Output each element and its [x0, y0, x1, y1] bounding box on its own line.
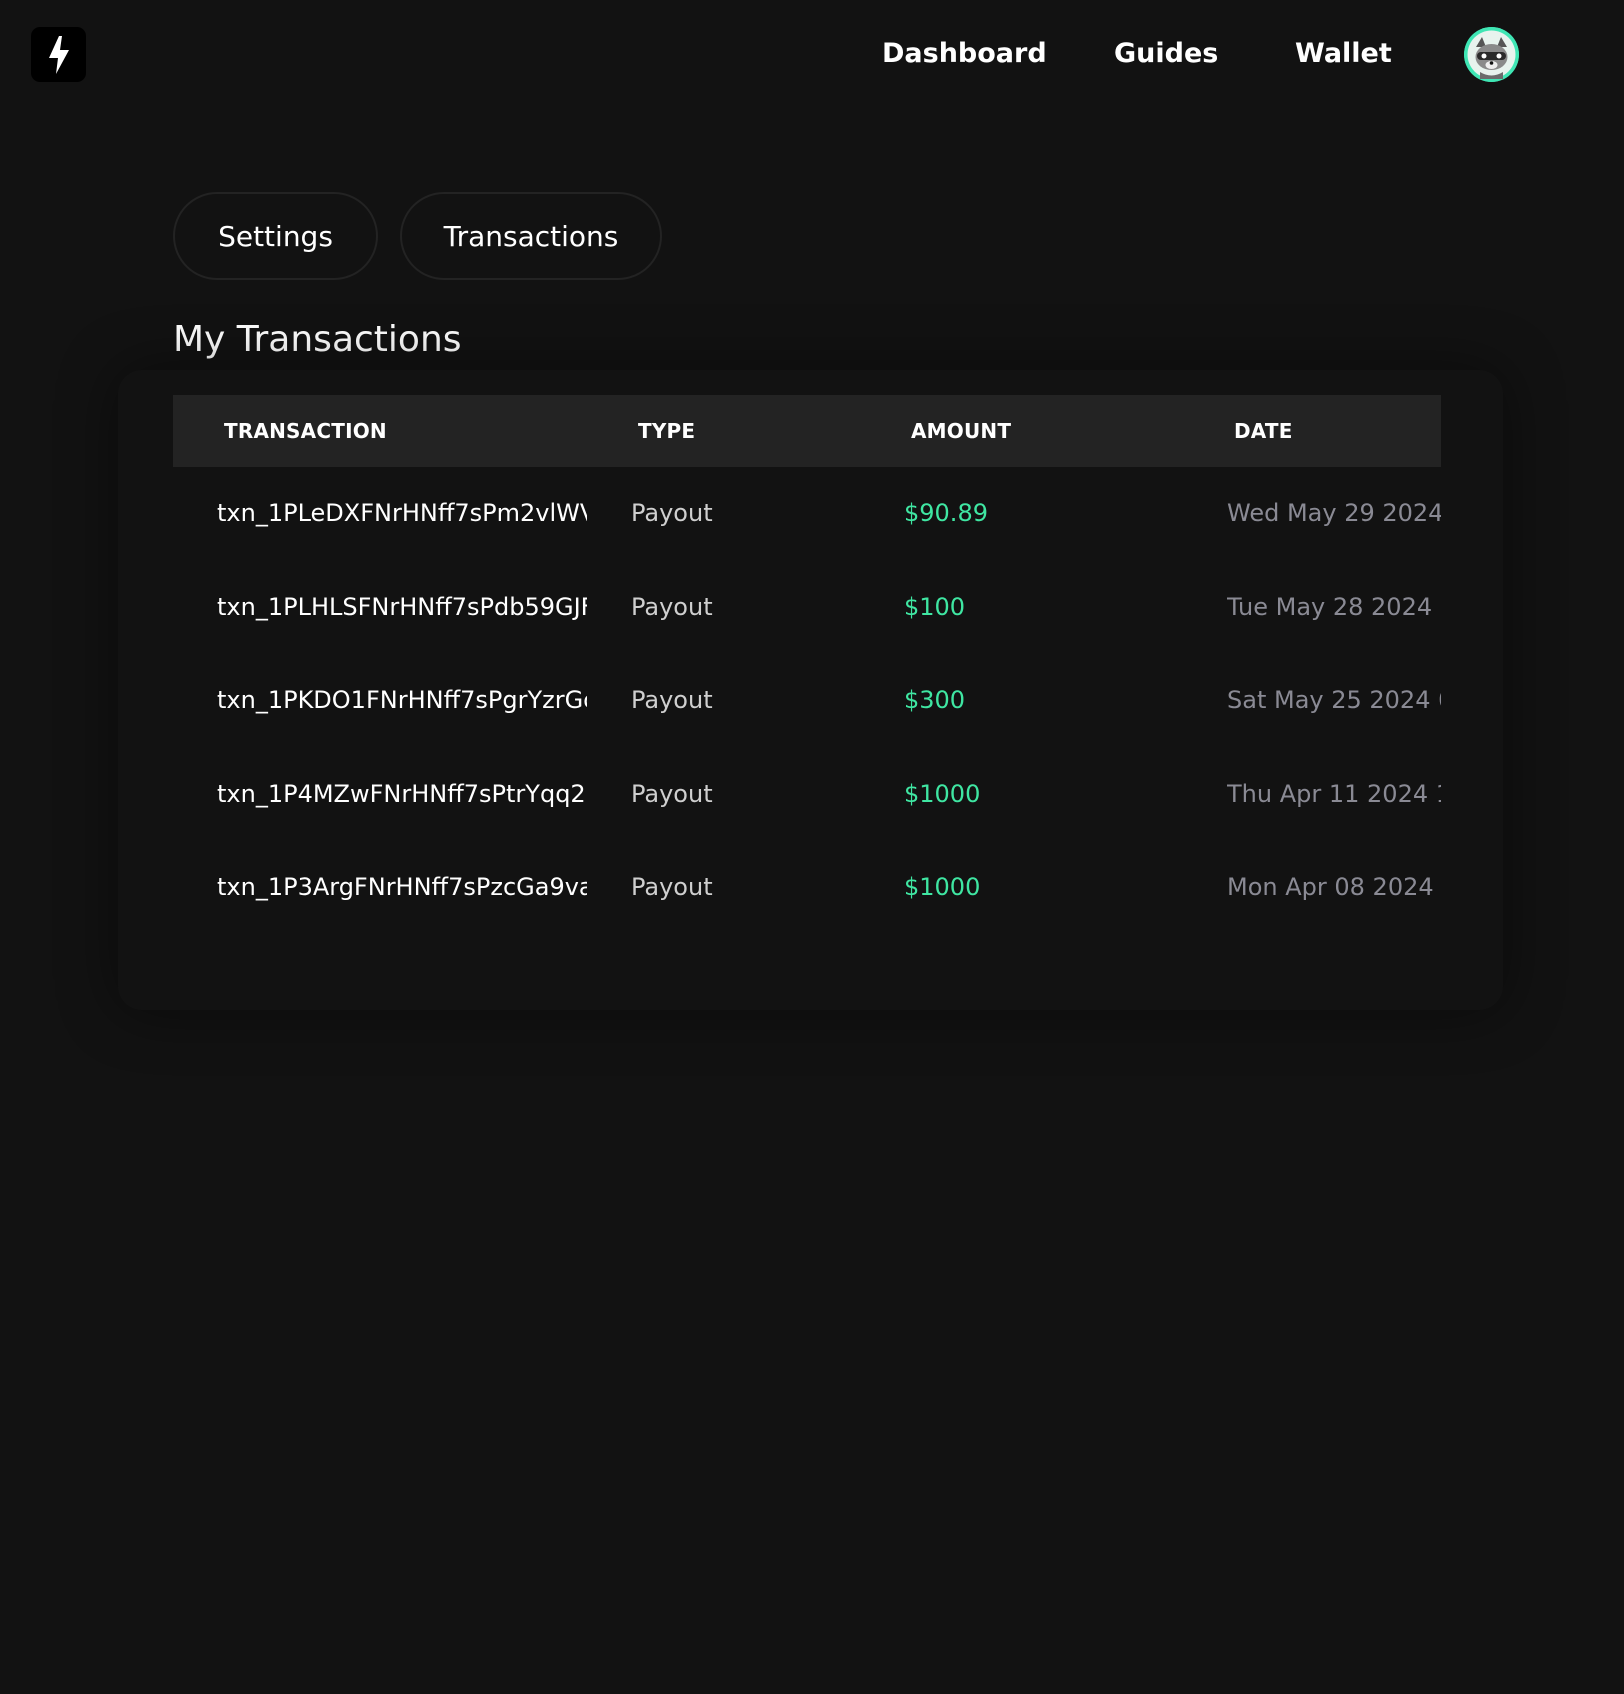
- nav-dashboard[interactable]: Dashboard: [882, 34, 1047, 74]
- table-row: txn_1PKDO1FNrHNff7sPgrYzrGcM Payout $300…: [173, 654, 1441, 748]
- table-header-row: TRANSACTION TYPE AMOUNT DATE: [173, 395, 1441, 467]
- transaction-type: Payout: [631, 779, 713, 808]
- transaction-id: txn_1P3ArgFNrHNff7sPzcGa9vau: [217, 873, 587, 901]
- table-row: txn_1P4MZwFNrHNff7sPtrYqq2L6 Payout $100…: [173, 748, 1441, 842]
- logo-button[interactable]: [31, 27, 86, 82]
- page-title: My Transactions: [173, 319, 462, 360]
- table-row: txn_1PLeDXFNrHNff7sPm2vlWVQI Payout $90.…: [173, 467, 1441, 561]
- transaction-type: Payout: [631, 873, 713, 901]
- column-header-date: DATE: [1234, 419, 1293, 443]
- nav-wallet[interactable]: Wallet: [1295, 34, 1392, 74]
- transaction-date: Thu Apr 11 2024 12:18: [1227, 779, 1441, 808]
- transaction-date: Sat May 25 2024 05: [1227, 686, 1441, 714]
- user-avatar[interactable]: [1464, 27, 1519, 82]
- transaction-amount: $90.89: [904, 499, 988, 527]
- transactions-table: TRANSACTION TYPE AMOUNT DATE txn_1PLeDXF…: [173, 395, 1441, 935]
- transaction-date: Tue May 28 2024 04: [1227, 592, 1441, 621]
- transaction-type: Payout: [631, 686, 713, 714]
- transaction-date: Mon Apr 08 2024 0: [1227, 873, 1441, 901]
- transaction-amount: $1000: [904, 873, 981, 901]
- raccoon-avatar-icon: [1464, 27, 1519, 82]
- column-header-amount: AMOUNT: [911, 419, 1012, 443]
- table-row: txn_1PLHLSFNrHNff7sPdb59GJFr Payout $100…: [173, 561, 1441, 655]
- column-header-type: TYPE: [638, 419, 696, 443]
- transaction-amount: $100: [904, 592, 966, 621]
- transaction-amount: $1000: [904, 779, 981, 808]
- tab-transactions[interactable]: Transactions: [400, 192, 662, 280]
- transaction-id: txn_1P4MZwFNrHNff7sPtrYqq2L6: [217, 779, 587, 808]
- transaction-id: txn_1PLHLSFNrHNff7sPdb59GJFr: [217, 592, 587, 621]
- transaction-id: txn_1PLeDXFNrHNff7sPm2vlWVQI: [217, 499, 587, 527]
- transaction-amount: $300: [904, 686, 966, 714]
- column-header-transaction: TRANSACTION: [224, 419, 387, 443]
- transaction-date: Wed May 29 2024 (: [1227, 499, 1441, 527]
- nav-guides[interactable]: Guides: [1114, 34, 1218, 74]
- lightning-bolt-icon: [48, 35, 69, 74]
- top-header: Dashboard Guides Wallet: [0, 0, 1624, 110]
- transaction-type: Payout: [631, 499, 713, 527]
- transaction-type: Payout: [631, 592, 713, 621]
- table-row: txn_1P3ArgFNrHNff7sPzcGa9vau Payout $100…: [173, 841, 1441, 935]
- tab-settings[interactable]: Settings: [173, 192, 378, 280]
- transaction-id: txn_1PKDO1FNrHNff7sPgrYzrGcM: [217, 686, 587, 714]
